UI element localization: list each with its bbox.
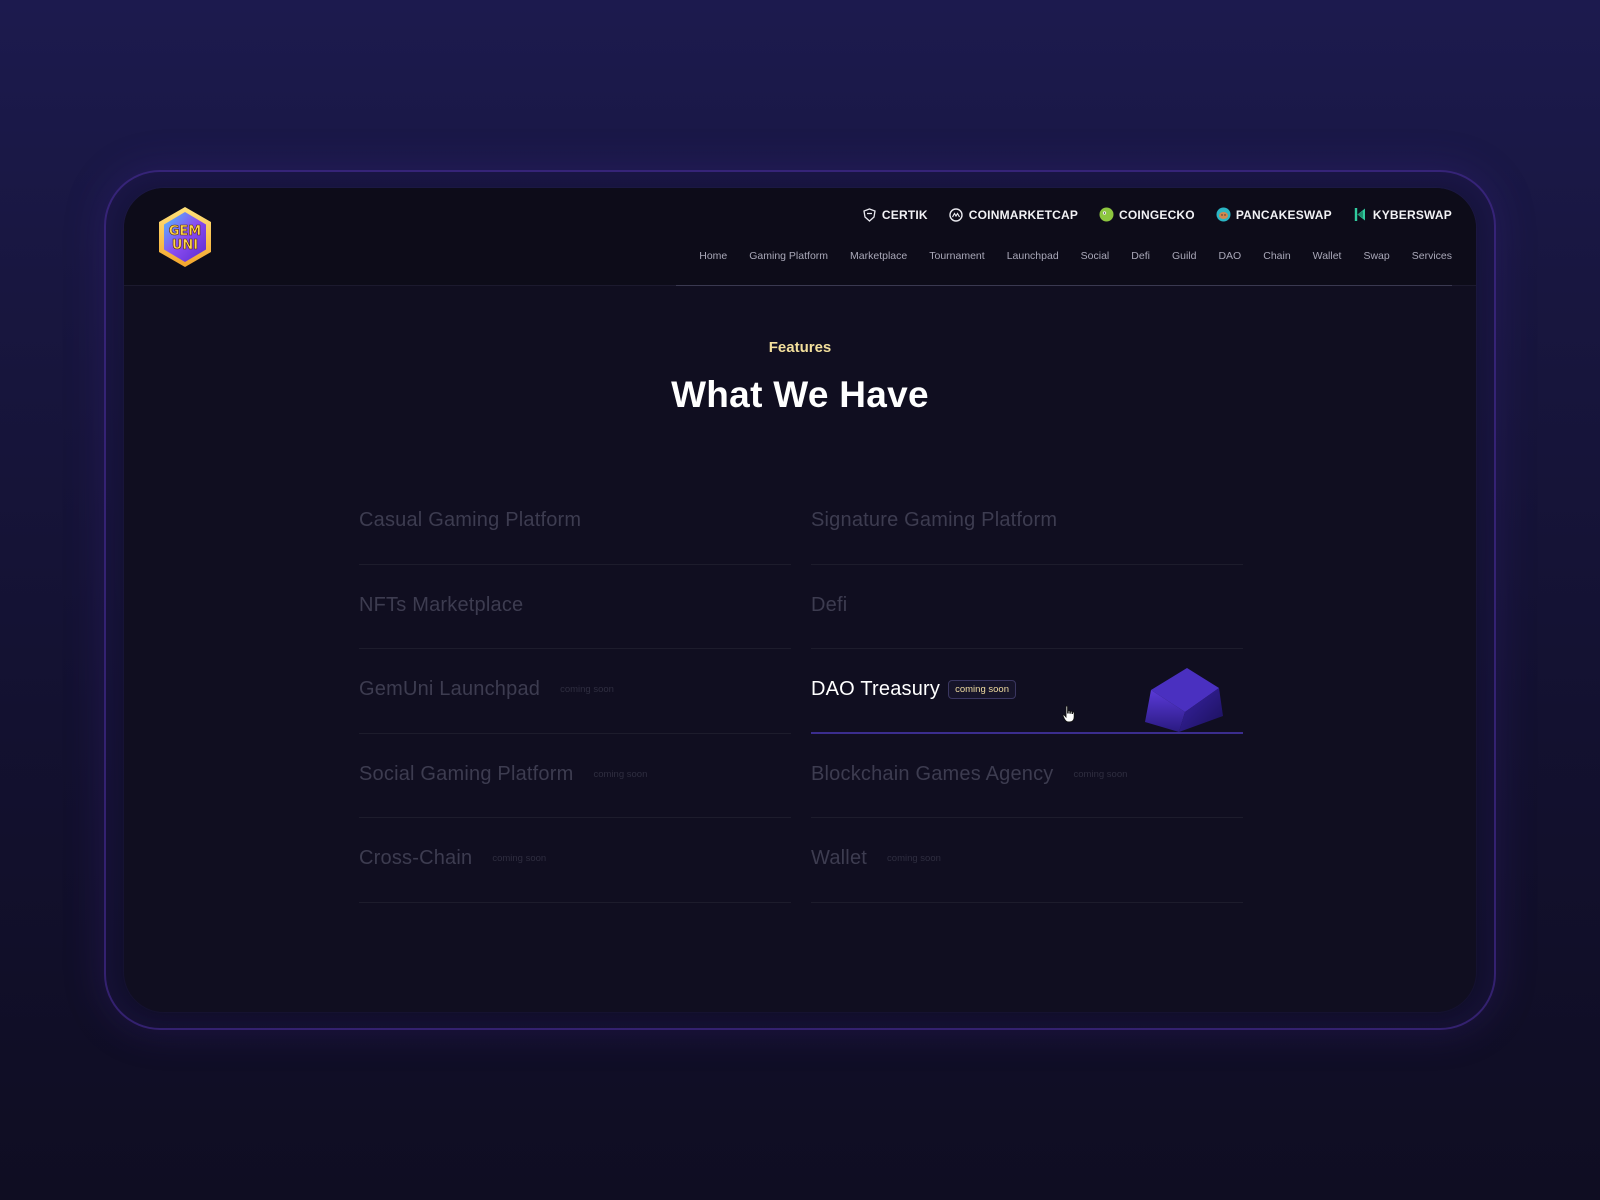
nav-launchpad[interactable]: Launchpad	[996, 250, 1070, 262]
nav-social[interactable]: Social	[1070, 250, 1121, 262]
section-title: What We Have	[671, 374, 929, 415]
partner-label: CERTIK	[881, 207, 928, 222]
partner-label: KYBERSWAP	[1372, 207, 1452, 222]
coming-soon-badge: coming soon	[1073, 768, 1128, 780]
partner-label: COINMARKETCAP	[968, 207, 1079, 222]
coming-soon-badge: coming soon	[560, 684, 614, 696]
feature-title: Wallet	[811, 847, 868, 870]
coming-soon-badge: coming soon	[887, 853, 941, 865]
coingecko-icon	[1099, 207, 1114, 222]
feature-title: Signature Gaming Platform	[811, 509, 1058, 532]
coming-soon-badge: coming soon	[593, 768, 648, 780]
section-eyebrow: Features	[768, 339, 832, 356]
nav-guild[interactable]: Guild	[1161, 250, 1208, 262]
features-grid: Casual Gaming Platform Signature Gaming …	[359, 480, 1243, 903]
feature-title: Social Gaming Platform	[359, 762, 574, 785]
partner-coinmarketcap[interactable]: COINMARKETCAP	[949, 207, 1078, 222]
feature-title: Cross-Chain	[359, 847, 473, 870]
main-nav: Home Gaming Platform Marketplace Tournam…	[688, 250, 1452, 262]
partner-links: CERTIK COINMARKETCAP COINGECKO PANCAKESW…	[862, 207, 1452, 222]
feature-title: Blockchain Games Agency	[811, 762, 1054, 785]
app-screen: GEM UNI CERTIK COINMARKETCAP COINGECKO P…	[124, 188, 1476, 1012]
cube-icon	[1145, 667, 1223, 732]
logo-text-uni: UNI	[172, 238, 198, 253]
certik-shield-icon	[862, 207, 877, 222]
partner-label: COINGECKO	[1119, 207, 1195, 222]
feature-title: NFTs Marketplace	[359, 593, 524, 616]
feature-nfts-marketplace[interactable]: NFTs Marketplace	[359, 565, 791, 649]
feature-social-gaming-platform[interactable]: Social Gaming Platform coming soon	[359, 734, 791, 818]
feature-casual-gaming-platform[interactable]: Casual Gaming Platform	[359, 480, 791, 565]
nav-dao[interactable]: DAO	[1207, 250, 1252, 262]
feature-defi[interactable]: Defi	[811, 565, 1243, 649]
partner-pancakeswap[interactable]: PANCAKESWAP	[1216, 207, 1332, 222]
kyberswap-icon	[1353, 207, 1368, 222]
coming-soon-badge: coming soon	[492, 853, 547, 865]
nav-wallet[interactable]: Wallet	[1302, 250, 1353, 262]
nav-marketplace[interactable]: Marketplace	[839, 250, 918, 262]
coming-soon-badge: coming soon	[948, 679, 1016, 699]
nav-defi[interactable]: Defi	[1120, 250, 1161, 262]
feature-cross-chain[interactable]: Cross-Chain coming soon	[359, 818, 791, 903]
feature-title: DAO Treasury	[811, 677, 941, 700]
partner-coingecko[interactable]: COINGECKO	[1099, 207, 1195, 222]
partner-label: PANCAKESWAP	[1235, 207, 1332, 222]
pancakeswap-icon	[1216, 207, 1231, 222]
feature-signature-gaming-platform[interactable]: Signature Gaming Platform	[811, 480, 1243, 565]
feature-title: Casual Gaming Platform	[359, 509, 582, 532]
feature-blockchain-games-agency[interactable]: Blockchain Games Agency coming soon	[811, 734, 1243, 818]
feature-dao-treasury[interactable]: DAO Treasury coming soon	[811, 649, 1243, 734]
nav-home[interactable]: Home	[688, 250, 738, 262]
feature-title: GemUni Launchpad	[359, 678, 541, 701]
feature-title: Defi	[811, 593, 848, 616]
coinmarketcap-icon	[949, 207, 964, 222]
nav-services[interactable]: Services	[1401, 250, 1452, 262]
nav-swap[interactable]: Swap	[1352, 250, 1400, 262]
gemuni-logo[interactable]: GEM UNI	[157, 206, 213, 268]
nav-tournament[interactable]: Tournament	[918, 250, 995, 262]
partner-kyberswap[interactable]: KYBERSWAP	[1353, 207, 1452, 222]
nav-divider	[676, 285, 1452, 286]
nav-chain[interactable]: Chain	[1252, 250, 1301, 262]
partner-certik[interactable]: CERTIK	[862, 207, 928, 222]
feature-wallet[interactable]: Wallet coming soon	[811, 818, 1243, 903]
feature-gemuni-launchpad[interactable]: GemUni Launchpad coming soon	[359, 649, 791, 734]
nav-gaming-platform[interactable]: Gaming Platform	[738, 250, 839, 262]
logo-text-gem: GEM	[169, 224, 202, 239]
site-header: GEM UNI CERTIK COINMARKETCAP COINGECKO P…	[124, 188, 1476, 286]
hand-cursor-icon	[1062, 705, 1075, 723]
